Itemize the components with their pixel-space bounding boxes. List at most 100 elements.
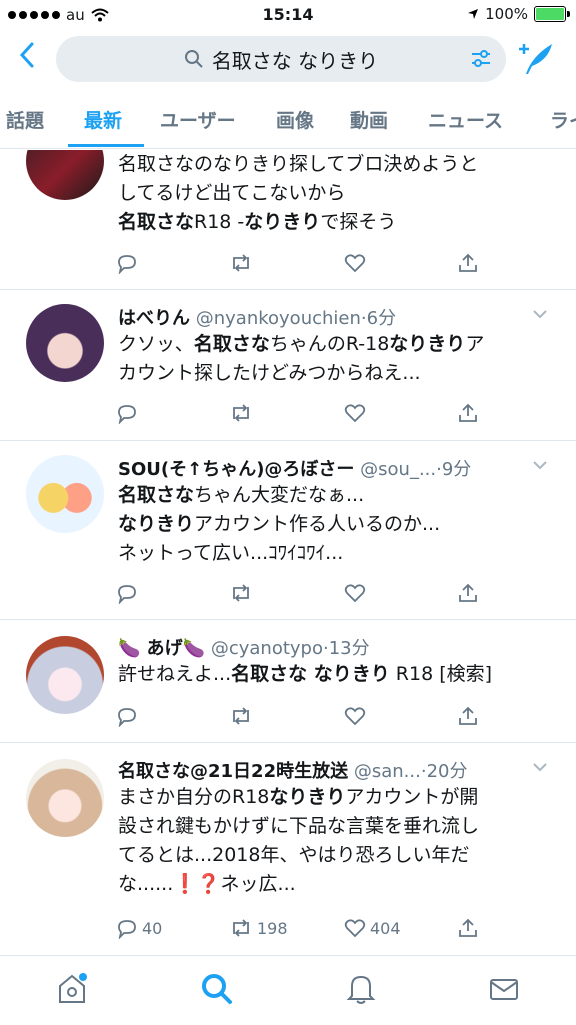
tweet-item[interactable]: 名取さな@21日22時生放送 @san...·20分 まさか自分のR18なりきり…	[0, 743, 576, 954]
avatar[interactable]	[26, 759, 104, 837]
tweet-menu-button[interactable]	[532, 455, 548, 474]
like-button[interactable]: 404	[344, 917, 401, 939]
display-name[interactable]: はべりん	[118, 308, 190, 329]
handle[interactable]: @cyanotypo	[211, 638, 323, 659]
share-icon	[459, 583, 477, 602]
text-run: ネットって広い...ｺﾜｲｺﾜｲ...	[118, 542, 344, 564]
retweet-button[interactable]	[229, 705, 257, 727]
share-icon	[459, 403, 477, 422]
retweet-button[interactable]	[229, 402, 257, 424]
share-button[interactable]	[457, 705, 479, 727]
nav-notifications[interactable]	[346, 972, 376, 1010]
highlighted-keyword: なりきり	[118, 513, 195, 535]
chevron-down-icon	[533, 310, 547, 319]
tweet-header: SOU(そ↑ちゃん)@ろぼさー @sou_...·9分	[118, 455, 471, 481]
tweet-text: 名取さなのなりきり探してブロ決めようと してるけど出てこないから 名取さなR18 -…	[118, 150, 558, 237]
reply-button[interactable]	[116, 582, 142, 604]
text-run: 許せねえよ...	[118, 663, 232, 685]
text-run: てるとは...2018年、やはり恐ろしい年だ	[118, 844, 470, 866]
display-name[interactable]: 名取さな@21日22時生放送	[118, 761, 348, 782]
reply-button[interactable]	[116, 705, 142, 727]
highlighted-keyword: 名取さな	[193, 333, 270, 355]
tab-latest[interactable]: 最新	[84, 106, 122, 133]
reply-button[interactable]	[116, 252, 142, 274]
avatar[interactable]	[26, 636, 104, 714]
tweet-time: 9分	[441, 459, 472, 480]
compose-plus-feather-icon[interactable]	[518, 42, 554, 76]
retweet-button[interactable]	[229, 582, 257, 604]
reply-icon	[118, 255, 136, 274]
tweet-item[interactable]: はべりん @nyankoyouchien·6分 クソッ、名取さなちゃんのR-18…	[0, 290, 576, 441]
highlighted-keyword: なりきり	[244, 211, 321, 233]
heart-icon	[344, 584, 366, 603]
highlighted-keyword: 名取さな	[118, 484, 195, 506]
avatar[interactable]	[26, 455, 104, 533]
tweet-actions	[116, 252, 496, 278]
home-icon	[59, 973, 87, 1003]
search-input[interactable]: 名取さな なりきり	[56, 36, 506, 82]
tab-users[interactable]: ユーザー	[160, 106, 236, 133]
share-button[interactable]	[457, 402, 479, 424]
text-run: 名取さなのなりきり探してブロ決めようと	[118, 153, 479, 175]
battery-fill	[536, 8, 564, 20]
tab-live[interactable]: ライ	[550, 106, 576, 133]
tweet-item[interactable]: 名取さなのなりきり探してブロ決めようと してるけど出てこないから 名取さなR18 -…	[0, 150, 576, 290]
reply-button[interactable]	[116, 402, 142, 424]
tab-videos[interactable]: 動画	[350, 106, 388, 133]
status-bar: au 15:14 100%	[0, 0, 576, 30]
nav-search[interactable]	[200, 972, 234, 1010]
tweet-header: はべりん @nyankoyouchien·6分	[118, 304, 396, 330]
share-icon	[459, 253, 477, 272]
tab-news[interactable]: ニュース	[428, 106, 503, 133]
back-button[interactable]	[18, 40, 36, 79]
like-button[interactable]	[344, 705, 370, 727]
display-name[interactable]: SOU(そ↑ちゃん)@ろぼさー	[118, 459, 354, 480]
reply-icon	[118, 920, 136, 939]
handle[interactable]: @sou_...	[360, 459, 436, 480]
retweet-count: 198	[257, 918, 288, 938]
location-arrow-icon	[468, 9, 479, 19]
notification-dot	[79, 973, 87, 981]
reply-button[interactable]: 40	[116, 917, 162, 939]
share-button[interactable]	[457, 582, 479, 604]
display-name[interactable]: 🍆 あげ🍆	[118, 638, 205, 659]
retweet-button[interactable]: 198	[229, 917, 288, 939]
tab-images[interactable]: 画像	[276, 106, 314, 133]
avatar[interactable]	[26, 150, 104, 200]
like-button[interactable]	[344, 402, 370, 424]
like-button[interactable]	[344, 582, 370, 604]
tweet-text: クソッ、名取さなちゃんのR-18なりきりア カウント探したけどみつからねえ...	[118, 330, 558, 388]
tweet-item[interactable]: SOU(そ↑ちゃん)@ろぼさー @sou_...·9分 名取さなちゃん大変だなぁ…	[0, 441, 576, 620]
reply-icon	[118, 585, 136, 604]
retweet-icon	[233, 919, 249, 937]
text-run: してるけど出てこないから	[118, 182, 346, 204]
battery-percent: 100%	[485, 5, 528, 23]
tweet-item[interactable]: 🍆 あげ🍆 @cyanotypo·13分 許せねえよ...名取さな なりきり R…	[0, 620, 576, 743]
reply-icon	[118, 708, 136, 727]
share-button[interactable]	[457, 917, 479, 939]
tab-top[interactable]: 話題	[6, 106, 44, 133]
text-run: クソッ、	[118, 333, 194, 355]
text-run: で探そう	[320, 211, 397, 233]
search-icon	[202, 974, 232, 1004]
retweet-button[interactable]	[229, 252, 257, 274]
nav-home[interactable]	[56, 972, 88, 1010]
text-run: アカウントが開	[345, 786, 479, 808]
tweet-feed[interactable]: 名取さなのなりきり探してブロ決めようと してるけど出てこないから 名取さなR18 -…	[0, 150, 576, 954]
retweet-icon	[233, 404, 249, 422]
avatar[interactable]	[26, 304, 104, 382]
heart-icon	[344, 707, 366, 726]
like-button[interactable]	[344, 252, 370, 274]
share-icon	[459, 706, 477, 725]
text-run: R18 [検索]	[389, 663, 493, 685]
tweet-actions: 40 198 404	[116, 917, 496, 943]
tweet-menu-button[interactable]	[532, 757, 548, 776]
retweet-icon	[233, 584, 249, 602]
handle[interactable]: @san...	[354, 761, 421, 782]
handle[interactable]: @nyankoyouchien	[196, 308, 361, 329]
tweet-time: 13分	[328, 638, 370, 659]
sliders-icon[interactable]	[470, 48, 492, 70]
nav-messages[interactable]	[488, 972, 520, 1010]
share-button[interactable]	[457, 252, 479, 274]
tweet-menu-button[interactable]	[532, 304, 548, 323]
